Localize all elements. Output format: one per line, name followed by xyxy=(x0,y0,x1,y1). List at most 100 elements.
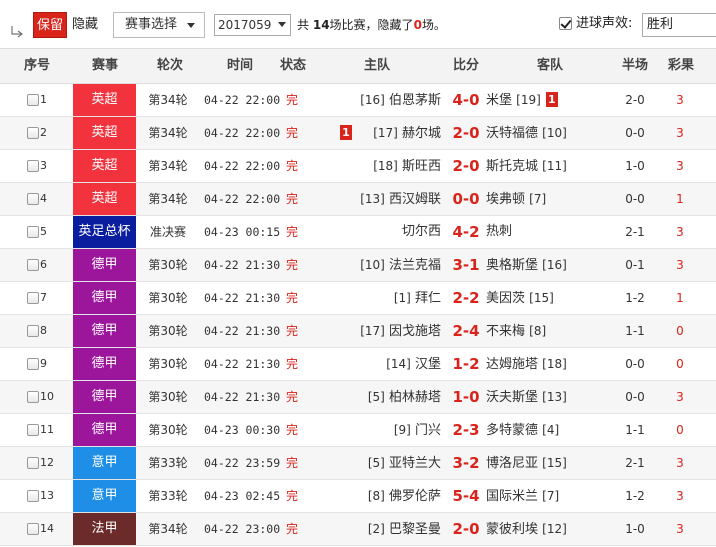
row-checkbox[interactable] xyxy=(27,226,39,238)
match-time: 04-22 21:30 xyxy=(204,324,281,338)
row-checkbox[interactable] xyxy=(27,127,39,139)
league-badge[interactable]: 德甲 xyxy=(73,249,136,281)
match-score[interactable]: 2-0 xyxy=(446,150,486,182)
match-score[interactable]: 2-3 xyxy=(446,414,486,446)
goal-sound-select[interactable]: 胜利 xyxy=(642,13,716,37)
table-row[interactable]: 3 英超 第34轮 04-22 22:00 完 [18] 斯旺西 2-0 斯托克城 [11] 1… xyxy=(0,150,716,183)
table-row[interactable]: 6 德甲 第30轮 04-22 21:30 完 [10] 法兰克福 3-1 奥格斯堡 [16]… xyxy=(0,249,716,282)
home-team[interactable]: [5] 亚特兰大 xyxy=(368,447,441,479)
match-score[interactable]: 2-2 xyxy=(446,282,486,314)
row-checkbox[interactable] xyxy=(27,523,39,535)
match-score[interactable]: 2-0 xyxy=(446,117,486,149)
match-score[interactable]: 1-0 xyxy=(446,381,486,413)
table-row[interactable]: 7 德甲 第30轮 04-22 21:30 完 [1] 拜仁 2-2 美因茨 [15] 1-2 1 xyxy=(0,282,716,315)
chevron-down-icon xyxy=(187,23,195,28)
match-score[interactable]: 2-4 xyxy=(446,315,486,347)
away-team[interactable]: 沃夫斯堡 [13] xyxy=(486,381,567,413)
row-checkbox[interactable] xyxy=(27,292,39,304)
header-index: 序号 xyxy=(23,58,50,73)
keep-button[interactable]: 保留 xyxy=(33,12,67,38)
away-team[interactable]: 达姆施塔 [18] xyxy=(486,348,567,380)
match-score[interactable]: 1-2 xyxy=(446,348,486,380)
away-team[interactable]: 斯托克城 [11] xyxy=(486,150,567,182)
match-score[interactable]: 5-4 xyxy=(446,480,486,512)
hide-button[interactable]: 隐藏 xyxy=(72,12,98,38)
home-team[interactable]: 切尔西 xyxy=(402,216,441,248)
match-score[interactable]: 4-2 xyxy=(446,216,486,248)
league-badge[interactable]: 德甲 xyxy=(73,414,136,446)
table-row[interactable]: 4 英超 第34轮 04-22 22:00 完 [13] 西汉姆联 0-0 埃弗顿 [7] 0-… xyxy=(0,183,716,216)
row-checkbox[interactable] xyxy=(27,424,39,436)
table-row[interactable]: 14 法甲 第34轮 04-22 23:00 完 [2] 巴黎圣曼 2-0 蒙彼利埃 [12]… xyxy=(0,513,716,546)
away-team[interactable]: 米堡 [19] 1 xyxy=(486,84,558,116)
table-row[interactable]: 5 英足总杯 准决赛 04-23 00:15 完 切尔西 4-2 热刺 2-1 3 xyxy=(0,216,716,249)
table-row[interactable]: 13 意甲 第33轮 04-23 02:45 完 [8] 佛罗伦萨 5-4 国际米兰 [7] 1… xyxy=(0,480,716,513)
league-badge[interactable]: 英超 xyxy=(73,183,136,215)
table-row[interactable]: 11 德甲 第30轮 04-23 00:30 完 [9] 门兴 2-3 多特蒙德 [4] 1-1… xyxy=(0,414,716,447)
home-rank: [9] xyxy=(393,423,411,437)
row-checkbox[interactable] xyxy=(27,160,39,172)
away-team[interactable]: 不来梅 [8] xyxy=(486,315,546,347)
away-team[interactable]: 埃弗顿 [7] xyxy=(486,183,546,215)
away-team[interactable]: 热刺 xyxy=(486,216,512,248)
home-team[interactable]: [17] 赫尔城 xyxy=(373,117,441,149)
row-checkbox[interactable] xyxy=(27,457,39,469)
league-badge[interactable]: 英超 xyxy=(73,117,136,149)
home-team[interactable]: [10] 法兰克福 xyxy=(360,249,441,281)
goal-sound-checkbox[interactable] xyxy=(559,17,572,30)
match-score[interactable]: 0-0 xyxy=(446,183,486,215)
league-badge[interactable]: 德甲 xyxy=(73,315,136,347)
table-row[interactable]: 8 德甲 第30轮 04-22 21:30 完 [17] 因戈施塔 2-4 不来梅 [8] 1-… xyxy=(0,315,716,348)
table-row[interactable]: 9 德甲 第30轮 04-22 21:30 完 [14] 汉堡 1-2 达姆施塔 [18] 0-… xyxy=(0,348,716,381)
home-team[interactable]: [1] 拜仁 xyxy=(394,282,441,314)
row-checkbox[interactable] xyxy=(27,259,39,271)
home-team[interactable]: [8] 佛罗伦萨 xyxy=(368,480,441,512)
match-status: 完 xyxy=(285,390,298,404)
lottery-result: 1 xyxy=(676,192,684,206)
match-score[interactable]: 3-1 xyxy=(446,249,486,281)
row-checkbox[interactable] xyxy=(27,325,39,337)
away-team[interactable]: 多特蒙德 [4] xyxy=(486,414,559,446)
home-team[interactable]: [5] 柏林赫塔 xyxy=(368,381,441,413)
league-badge[interactable]: 德甲 xyxy=(73,381,136,413)
event-select-dropdown[interactable]: 赛事选择 xyxy=(113,12,205,38)
away-team[interactable]: 国际米兰 [7] xyxy=(486,480,559,512)
row-checkbox[interactable] xyxy=(27,358,39,370)
away-team-name: 埃弗顿 xyxy=(486,192,526,207)
league-badge[interactable]: 德甲 xyxy=(73,348,136,380)
league-badge[interactable]: 英超 xyxy=(73,150,136,182)
match-score[interactable]: 4-0 xyxy=(446,84,486,116)
row-checkbox[interactable] xyxy=(27,193,39,205)
league-badge[interactable]: 意甲 xyxy=(73,480,136,512)
home-team[interactable]: [17] 因戈施塔 xyxy=(360,315,441,347)
home-team[interactable]: [18] 斯旺西 xyxy=(373,150,441,182)
league-badge[interactable]: 英足总杯 xyxy=(73,216,136,248)
home-team[interactable]: [9] 门兴 xyxy=(394,414,441,446)
away-team[interactable]: 美因茨 [15] xyxy=(486,282,554,314)
away-team[interactable]: 博洛尼亚 [15] xyxy=(486,447,567,479)
match-score[interactable]: 2-0 xyxy=(446,513,486,545)
league-badge[interactable]: 德甲 xyxy=(73,282,136,314)
match-score[interactable]: 3-2 xyxy=(446,447,486,479)
table-row[interactable]: 12 意甲 第33轮 04-22 23:59 完 [5] 亚特兰大 3-2 博洛尼亚 [15]… xyxy=(0,447,716,480)
row-checkbox[interactable] xyxy=(27,490,39,502)
home-team[interactable]: [14] 汉堡 xyxy=(386,348,441,380)
table-row[interactable]: 10 德甲 第30轮 04-22 21:30 完 [5] 柏林赫塔 1-0 沃夫斯堡 [13]… xyxy=(0,381,716,414)
table-row[interactable]: 2 英超 第34轮 04-22 22:00 完 1 [17] 赫尔城 2-0 沃特福德 [10]… xyxy=(0,117,716,150)
league-badge[interactable]: 英超 xyxy=(73,84,136,116)
away-team[interactable]: 沃特福德 [10] xyxy=(486,117,567,149)
league-badge[interactable]: 法甲 xyxy=(73,513,136,545)
home-team[interactable]: [2] 巴黎圣曼 xyxy=(368,513,441,545)
return-arrow-icon[interactable] xyxy=(10,24,24,44)
home-rank: [18] xyxy=(373,159,398,173)
home-team[interactable]: [16] 伯恩茅斯 xyxy=(360,84,441,116)
row-checkbox[interactable] xyxy=(27,94,39,106)
row-checkbox[interactable] xyxy=(27,391,39,403)
away-team[interactable]: 蒙彼利埃 [12] xyxy=(486,513,567,545)
header-round: 轮次 xyxy=(156,58,183,73)
table-row[interactable]: 1 英超 第34轮 04-22 22:00 完 [16] 伯恩茅斯 4-0 米堡 [19] 1 2… xyxy=(0,84,716,117)
league-badge[interactable]: 意甲 xyxy=(73,447,136,479)
away-team[interactable]: 奥格斯堡 [16] xyxy=(486,249,567,281)
home-team[interactable]: [13] 西汉姆联 xyxy=(360,183,441,215)
issue-select-dropdown[interactable]: 2017059 xyxy=(214,14,291,36)
